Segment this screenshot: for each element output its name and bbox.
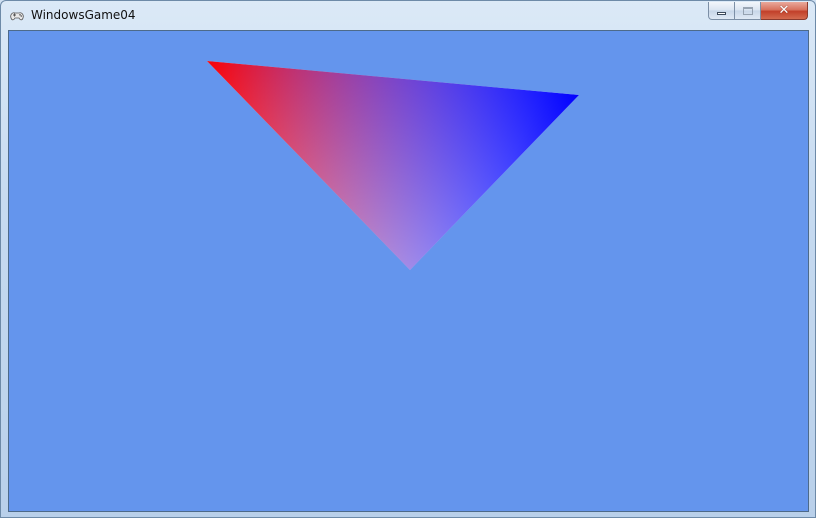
minimize-button[interactable] [708,2,735,20]
render-surface [9,31,808,511]
game-viewport[interactable] [8,30,809,512]
title-bar[interactable]: WindowsGame04 ✕ [1,1,815,30]
minimize-icon [717,12,726,15]
window-title: WindowsGame04 [31,8,136,22]
close-icon: ✕ [778,3,790,18]
gamepad-icon [10,12,24,21]
maximize-icon [742,6,753,15]
maximize-button[interactable] [735,2,761,20]
close-button[interactable]: ✕ [761,2,808,20]
game-window: WindowsGame04 ✕ [0,0,816,518]
